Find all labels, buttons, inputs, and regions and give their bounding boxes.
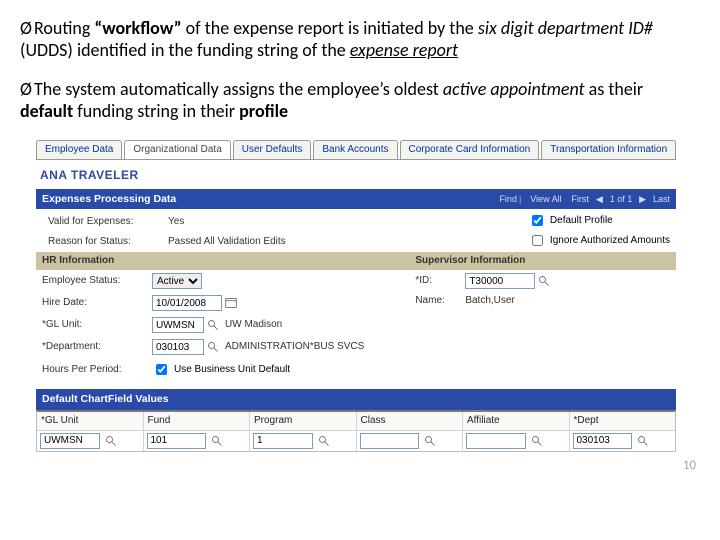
supervisor-id-label: *ID: bbox=[415, 275, 465, 287]
view-all-link[interactable]: View All bbox=[530, 194, 561, 204]
pager-text: 1 of 1 bbox=[610, 194, 633, 204]
cf-fund-input[interactable] bbox=[147, 433, 207, 449]
cf-head-dept: *Dept bbox=[570, 412, 676, 431]
supervisor-id-input[interactable] bbox=[465, 273, 535, 289]
first-link[interactable]: First bbox=[571, 194, 589, 204]
reason-status-value: Passed All Validation Edits bbox=[168, 236, 286, 248]
b1-workflow: “workflow” bbox=[94, 17, 181, 39]
b2-prefix: The system automatically assigns the emp… bbox=[34, 78, 443, 100]
prev-icon[interactable]: ◀ bbox=[596, 194, 603, 204]
chartfield-table: *GL Unit Fund Program Class Affiliate *D… bbox=[36, 410, 676, 452]
b1-sixdigit: six digit department ID# bbox=[478, 17, 653, 39]
b1-prefix: Routing bbox=[34, 17, 94, 39]
b2-mid: as their bbox=[585, 78, 644, 100]
ignore-amounts-input[interactable] bbox=[532, 235, 543, 246]
department-label: *Department: bbox=[42, 341, 152, 353]
default-profile-input[interactable] bbox=[532, 215, 543, 226]
valid-expenses-value: Yes bbox=[168, 216, 184, 228]
person-name: ANA TRAVELER bbox=[36, 160, 676, 188]
hr-information-header: HR Information bbox=[36, 252, 409, 270]
lookup-icon[interactable] bbox=[105, 435, 117, 447]
cf-affiliate-input[interactable] bbox=[466, 433, 526, 449]
lookup-icon[interactable] bbox=[207, 319, 219, 331]
cf-head-class: Class bbox=[357, 412, 463, 431]
section-title: Expenses Processing Data bbox=[42, 193, 176, 206]
lookup-icon[interactable] bbox=[538, 275, 550, 287]
section-chartfield-values: Default ChartField Values bbox=[36, 389, 676, 410]
reason-status-label: Reason for Status: bbox=[48, 236, 168, 248]
tab-user-defaults[interactable]: User Defaults bbox=[233, 140, 312, 159]
profile-screenshot: Employee Data Organizational Data User D… bbox=[36, 140, 676, 452]
last-link[interactable]: Last bbox=[653, 194, 670, 204]
lookup-icon[interactable] bbox=[211, 435, 223, 447]
b1-mid: of the expense report is initiated by th… bbox=[182, 17, 478, 39]
gl-unit-input[interactable] bbox=[152, 317, 204, 333]
cf-head-affiliate: Affiliate bbox=[463, 412, 569, 431]
tab-organizational-data[interactable]: Organizational Data bbox=[124, 140, 230, 159]
cf-head-gl: *GL Unit bbox=[37, 412, 143, 431]
b2-active-appt: active appointment bbox=[443, 78, 585, 100]
calendar-icon[interactable] bbox=[225, 297, 237, 309]
use-bu-default-input[interactable] bbox=[156, 364, 167, 375]
section-expenses-processing: Expenses Processing Data Find| View All … bbox=[36, 189, 676, 210]
hire-date-label: Hire Date: bbox=[42, 297, 152, 309]
cf-head-fund: Fund bbox=[144, 412, 250, 431]
default-profile-checkbox[interactable]: Default Profile bbox=[528, 212, 613, 229]
lookup-icon[interactable] bbox=[318, 435, 330, 447]
find-link[interactable]: Find bbox=[499, 194, 517, 204]
tab-employee-data[interactable]: Employee Data bbox=[36, 140, 122, 159]
lookup-icon[interactable] bbox=[424, 435, 436, 447]
bullet-1: ØRouting “workflow” of the expense repor… bbox=[20, 18, 700, 61]
use-bu-default-label: Use Business Unit Default bbox=[174, 364, 290, 376]
cf-class-input[interactable] bbox=[360, 433, 420, 449]
cf-gl-input[interactable] bbox=[40, 433, 100, 449]
default-profile-label: Default Profile bbox=[550, 215, 613, 227]
employee-status-select[interactable]: Active bbox=[152, 273, 202, 289]
b2-default: default bbox=[20, 100, 73, 122]
tab-transportation[interactable]: Transportation Information bbox=[541, 140, 676, 159]
b1-expense-report: expense report bbox=[350, 39, 458, 61]
page-number: 10 bbox=[20, 458, 696, 474]
cf-dept-input[interactable] bbox=[573, 433, 633, 449]
hours-period-label: Hours Per Period: bbox=[42, 364, 152, 376]
gl-unit-label: *GL Unit: bbox=[42, 319, 152, 331]
tab-corporate-card[interactable]: Corporate Card Information bbox=[400, 140, 540, 159]
supervisor-name-value: Batch,User bbox=[465, 295, 514, 307]
lookup-icon[interactable] bbox=[531, 435, 543, 447]
arrow-bullet-icon: Ø bbox=[20, 18, 34, 40]
use-bu-default-checkbox[interactable]: Use Business Unit Default bbox=[152, 361, 290, 378]
chartfield-title: Default ChartField Values bbox=[42, 393, 169, 406]
supervisor-name-label: Name: bbox=[415, 295, 465, 307]
b2-mid2: funding string in their bbox=[73, 100, 239, 122]
next-icon[interactable]: ▶ bbox=[639, 194, 646, 204]
cf-head-program: Program bbox=[250, 412, 356, 431]
gl-unit-desc: UW Madison bbox=[225, 319, 282, 331]
department-input[interactable] bbox=[152, 339, 204, 355]
record-nav: Find| View All First ◀ 1 of 1 ▶ Last bbox=[495, 193, 670, 206]
supervisor-header: Supervisor Information bbox=[409, 252, 676, 270]
b1-udds: (UDDS) identified in the funding string … bbox=[20, 39, 350, 61]
lookup-icon[interactable] bbox=[637, 435, 649, 447]
employee-status-label: Employee Status: bbox=[42, 275, 152, 287]
valid-expenses-label: Valid for Expenses: bbox=[48, 216, 168, 228]
tab-bank-accounts[interactable]: Bank Accounts bbox=[313, 140, 397, 159]
bullet-2: ØThe system automatically assigns the em… bbox=[20, 79, 700, 122]
lookup-icon[interactable] bbox=[207, 341, 219, 353]
ignore-amounts-label: Ignore Authorized Amounts bbox=[550, 235, 670, 247]
arrow-bullet-icon: Ø bbox=[20, 79, 34, 101]
hire-date-input[interactable] bbox=[152, 295, 222, 311]
department-desc: ADMINISTRATION*BUS SVCS bbox=[225, 341, 364, 353]
tab-strip: Employee Data Organizational Data User D… bbox=[36, 140, 676, 160]
ignore-amounts-checkbox[interactable]: Ignore Authorized Amounts bbox=[528, 232, 670, 249]
b2-profile: profile bbox=[239, 100, 288, 122]
cf-program-input[interactable] bbox=[253, 433, 313, 449]
